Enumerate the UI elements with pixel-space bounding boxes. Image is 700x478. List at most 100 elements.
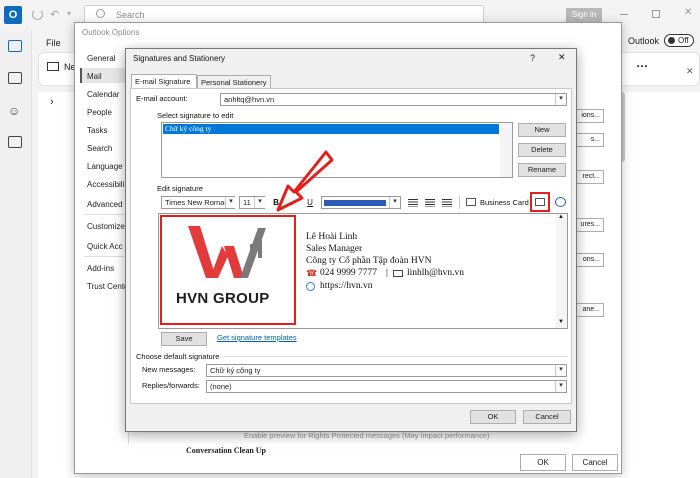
signature-position: Sales Manager [306,244,363,254]
signin-button[interactable]: Sign in [566,8,602,22]
signature-list-item[interactable]: Chữ ký công ty [163,124,499,134]
toggle-knob [668,37,675,44]
apps-icon[interactable] [8,136,22,148]
nav-people[interactable]: People [87,108,112,117]
ribbon-close-icon[interactable]: ✕ [686,66,694,77]
signature-templates-link[interactable]: Get signature templates [217,333,297,342]
tab-personal-stationery[interactable]: Personal Stationery [197,75,271,89]
mail-icon[interactable] [8,40,22,52]
globe-icon [306,282,315,291]
outlook-toggle-label: Outlook [628,36,660,46]
toggle-state-label: Off [678,36,689,45]
nav-mail[interactable]: Mail [87,72,102,81]
size-chevron-down-icon[interactable]: ▾ [254,197,265,208]
color-chevron-down-icon[interactable]: ▾ [389,197,400,208]
nav-divider [84,256,124,257]
new-messages-chevron-down-icon[interactable]: ▾ [555,365,566,376]
chevron-down-icon[interactable]: ▾ [555,94,566,105]
signature-separator: | [386,268,388,278]
options-ok-button[interactable]: OK [520,454,566,471]
delete-signature-button[interactable]: Delete [518,143,566,157]
new-messages-value: Chữ ký công ty [210,366,261,375]
nav-customize-ribbon[interactable]: Customize [87,222,125,231]
nav-general[interactable]: General [87,54,115,63]
default-divider [224,356,568,357]
edit-signature-label: Edit signature [157,184,203,193]
options-title: Outlook Options [82,28,140,37]
nav-divider [84,214,124,215]
scroll-down-icon[interactable]: ▼ [558,319,564,325]
nav-accessibility[interactable]: Accessibili [87,180,124,189]
search-placeholder: Search [116,10,145,20]
hvn-logo-icon [188,226,266,278]
default-signature-heading: Choose default signature [136,352,220,361]
annotation-arrow-icon [276,150,334,212]
replies-select[interactable]: (none) [206,380,567,393]
dialog-close-icon[interactable]: ✕ [558,52,566,63]
conversation-cleanup-heading: Conversation Clean Up [186,446,267,455]
nav-advanced[interactable]: Advanced [87,200,123,209]
options-cancel-button[interactable]: Cancel [572,454,618,471]
align-center-icon[interactable] [425,199,435,207]
file-tab[interactable]: File [46,38,61,48]
expand-chevron-icon[interactable]: › [50,96,54,108]
help-icon[interactable]: ? [530,53,535,63]
editor-scrollbar[interactable] [556,214,567,328]
replies-label: Replies/forwards: [142,381,200,390]
dialog-title: Signatures and Stationery [133,54,226,63]
insert-picture-button[interactable] [530,192,550,212]
signature-list-scrollbar[interactable] [500,123,512,177]
new-messages-label: New messages: [142,365,196,374]
maximize-icon[interactable] [652,10,660,18]
left-rail [0,30,32,478]
signature-company: Công ty Cổ phần Tập đoàn HVN [306,256,432,266]
new-mail-icon[interactable] [47,62,59,71]
business-card-button[interactable]: Business Card [480,198,529,207]
save-button[interactable]: Save [161,332,207,346]
signature-email: linhlh@hvn.vn [407,268,465,278]
scroll-up-icon[interactable]: ▲ [558,214,564,220]
tab-email-signature[interactable]: E-mail Signature [131,74,197,89]
dialog-cancel-button[interactable]: Cancel [523,410,571,424]
window-close-icon[interactable]: ✕ [684,7,692,18]
undo-icon[interactable]: ↶ [50,8,59,21]
phone-icon: ☎ [306,268,318,278]
nav-quick-access[interactable]: Quick Acc [87,242,123,251]
font-size-value: 11 [243,198,251,207]
nav-search[interactable]: Search [87,144,112,153]
font-select[interactable]: Times New Roman [161,196,235,209]
align-left-icon[interactable] [408,199,418,207]
nav-tasks[interactable]: Tasks [87,126,107,135]
outlook-logo-icon: O [4,6,22,24]
align-right-icon[interactable] [442,199,452,207]
nav-trust-center[interactable]: Trust Cente [87,282,129,291]
logo-text: HVN GROUP [176,290,270,307]
nav-calendar[interactable]: Calendar [87,90,119,99]
replies-chevron-down-icon[interactable]: ▾ [555,381,566,392]
people-icon[interactable]: ☺ [8,104,20,118]
select-signature-label: Select signature to edit [157,111,234,120]
dialog-ok-button[interactable]: OK [470,410,516,424]
email-account-label: E-mail account: [136,94,188,103]
email-account-select[interactable]: anhltq@hvn.vn [220,93,567,106]
hyperlink-icon[interactable] [555,197,566,207]
quick-access-dropdown-icon[interactable]: ▾ [67,9,71,18]
toolbar-divider [459,196,460,209]
business-card-icon[interactable] [466,198,476,206]
new-signature-button[interactable]: New [518,123,566,137]
email-account-value: anhltq@hvn.vn [224,95,275,104]
insert-picture-icon [535,198,545,206]
more-options-icon[interactable]: … [636,56,648,70]
font-chevron-down-icon[interactable]: ▾ [225,197,236,208]
nav-addins[interactable]: Add-ins [87,264,114,273]
calendar-icon[interactable] [8,72,22,84]
minimize-icon[interactable] [620,14,628,15]
signature-name: Lê Hoài Linh [306,232,358,242]
outlook-toggle[interactable]: Off [664,34,694,47]
rename-signature-button[interactable]: Rename [518,163,566,177]
signature-phone: 024 9999 7777 [320,268,377,278]
nav-language[interactable]: Language [87,162,123,171]
new-messages-select[interactable]: Chữ ký công ty [206,364,567,377]
refresh-icon[interactable] [32,9,43,20]
email-icon [393,270,403,277]
